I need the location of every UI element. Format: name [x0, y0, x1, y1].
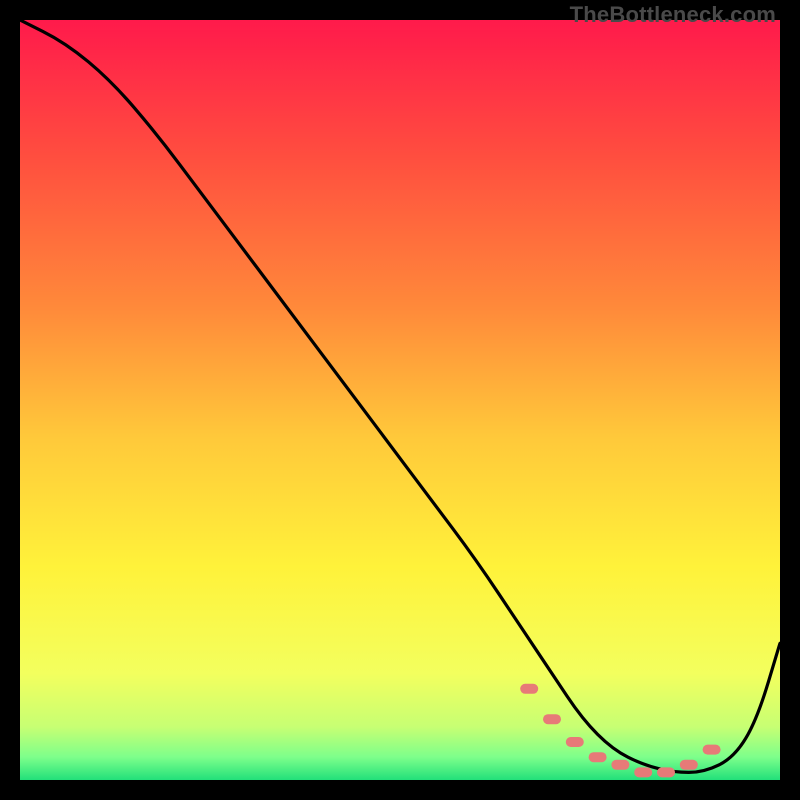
highlight-marker	[611, 760, 629, 770]
highlight-marker	[566, 737, 584, 747]
highlight-marker	[680, 760, 698, 770]
highlight-marker	[634, 767, 652, 777]
gradient-background	[20, 20, 780, 780]
highlight-marker	[589, 752, 607, 762]
chart-frame	[20, 20, 780, 780]
watermark-text: TheBottleneck.com	[570, 2, 776, 28]
bottleneck-chart	[20, 20, 780, 780]
highlight-marker	[703, 745, 721, 755]
highlight-marker	[543, 714, 561, 724]
highlight-marker	[520, 684, 538, 694]
highlight-marker	[657, 767, 675, 777]
